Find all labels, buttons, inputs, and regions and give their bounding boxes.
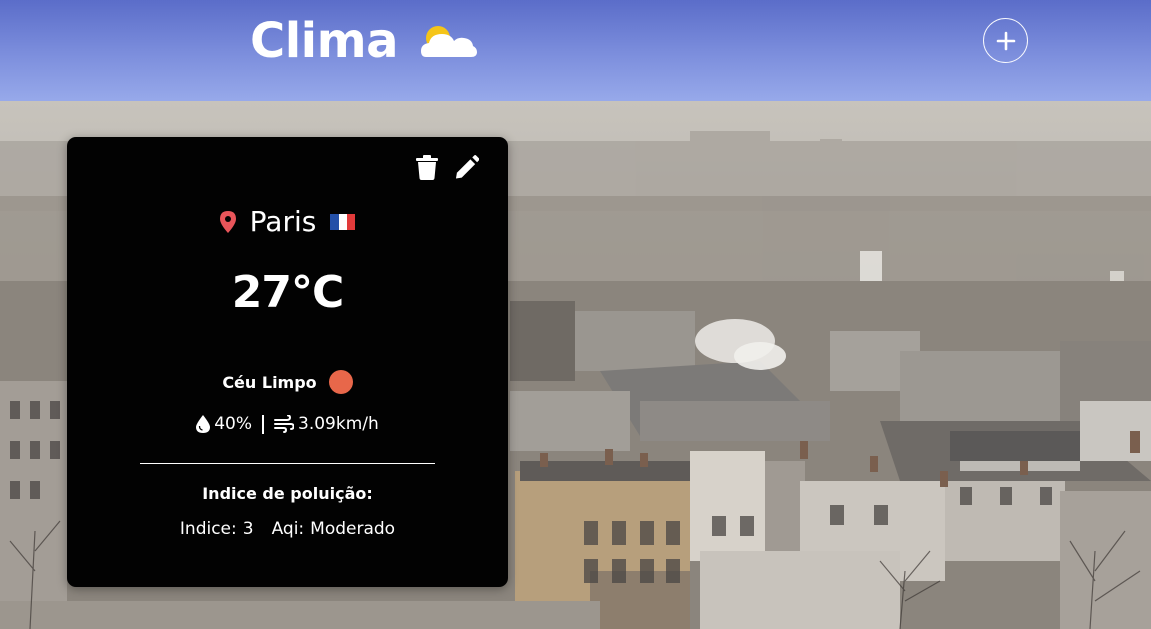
location: Paris [67,205,508,238]
plus-icon [996,31,1015,50]
pencil-icon [455,154,479,179]
city-name: Paris [249,205,317,238]
condition-label: Céu Limpo [222,372,317,392]
add-city-button[interactable] [983,18,1028,63]
edit-button[interactable] [455,154,479,180]
stats-separator [262,414,265,434]
map-pin-icon [219,210,236,233]
humidity: 40% [196,414,252,434]
card-divider [140,463,435,464]
index-value: 3 [242,519,254,539]
france-flag-icon [330,213,356,230]
weather-card: Paris 27°C Céu Limpo 40% 3.09km/h Indice… [67,137,508,587]
trash-icon [416,154,438,180]
wind-value: 3.09km/h [298,414,379,434]
wind-icon [274,415,295,433]
pollution-details: Indice: 3 Aqi: Moderado [67,519,508,539]
humidity-value: 40% [214,414,253,434]
sun-dot-icon [328,370,353,394]
wind: 3.09km/h [274,414,379,434]
water-drop-icon [196,415,211,433]
weather-stats: 40% 3.09km/h [67,414,508,434]
weather-condition: Céu Limpo [67,370,508,394]
pollution-index: Indice: 3 [180,519,254,539]
aqi-label: Aqi: [271,519,305,539]
app-title: Clima [250,13,399,69]
sun-cloud-icon [421,26,478,57]
app-header: Clima [0,0,1151,101]
index-label: Indice: [179,519,237,539]
card-actions [415,154,479,180]
pollution-aqi: Aqi: Moderado [272,519,396,539]
brand: Clima [250,10,478,72]
temperature: 27°C [231,267,345,318]
pollution-title: Indice de poluição: [202,484,373,503]
aqi-value: Moderado [310,519,396,539]
delete-button[interactable] [415,154,439,180]
